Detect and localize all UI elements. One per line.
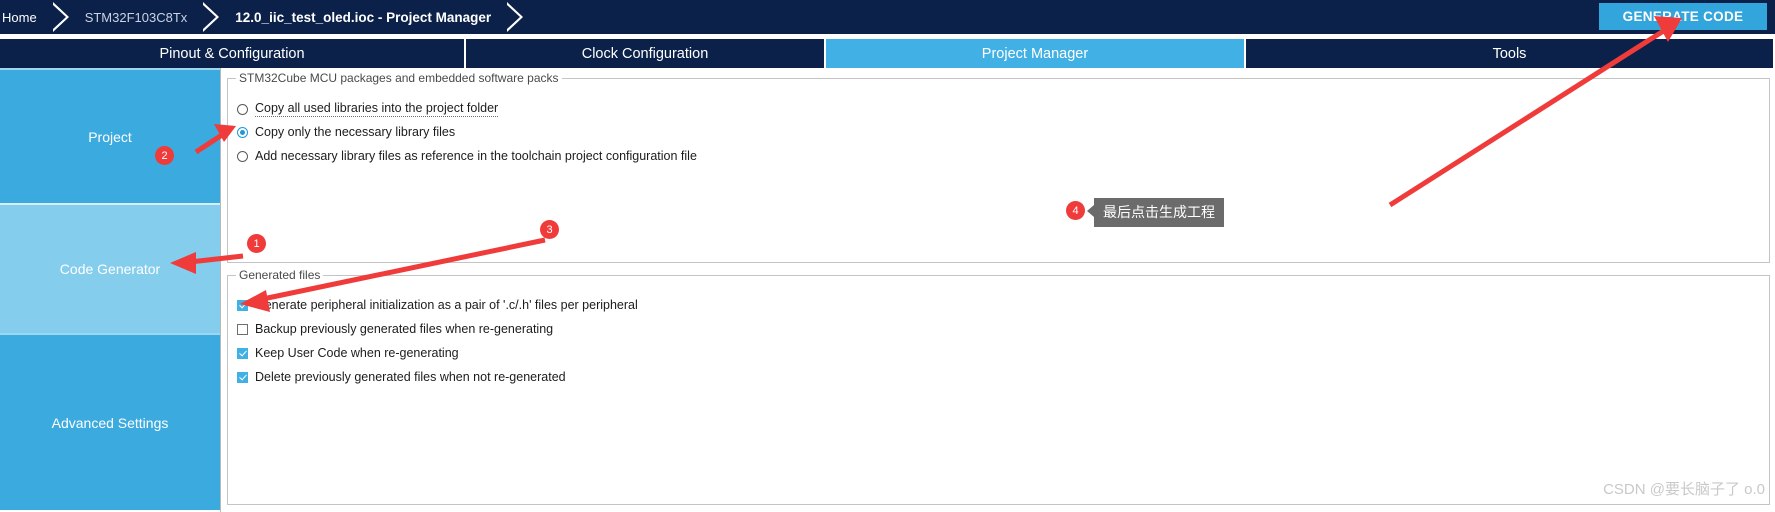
tab-clock-configuration[interactable]: Clock Configuration: [466, 39, 826, 68]
chevron-right-icon: [507, 0, 529, 34]
breadcrumb-label: STM32F103C8Tx: [84, 9, 188, 25]
chevron-right-icon: [52, 0, 75, 34]
checkbox-label: Backup previously generated files when r…: [255, 322, 554, 336]
annotation-tooltip: 最后点击生成工程: [1087, 198, 1224, 227]
checkbox-icon[interactable]: [237, 323, 248, 335]
annotation-badge-2: 2: [155, 146, 174, 165]
tab-pinout-configuration[interactable]: Pinout & Configuration: [0, 39, 466, 68]
checkbox-backup-previously-generated[interactable]: Backup previously generated files when r…: [237, 322, 553, 336]
radio-button-icon[interactable]: [237, 103, 248, 115]
breadcrumb-item-home[interactable]: Home: [0, 0, 53, 34]
packages-group-title: STM32Cube MCU packages and embedded soft…: [236, 71, 562, 85]
breadcrumb-item-mcu[interactable]: STM32F103C8Tx: [75, 0, 204, 34]
watermark-text: CSDN @要长脑子了 o.0: [1603, 481, 1765, 498]
generated-files-group-box: Generated files Generate peripheral init…: [227, 268, 1770, 505]
checkbox-icon[interactable]: [237, 371, 248, 383]
checkbox-delete-previously-generated[interactable]: Delete previously generated files when n…: [237, 370, 566, 384]
checkbox-icon[interactable]: [237, 347, 248, 359]
checkbox-generate-peripheral-init[interactable]: Generate peripheral initialization as a …: [237, 298, 638, 312]
main-tab-strip: Pinout & Configuration Clock Configurati…: [0, 39, 1775, 68]
radio-button-icon[interactable]: [237, 126, 248, 138]
generate-code-button[interactable]: GENERATE CODE: [1599, 3, 1767, 30]
radio-label: Copy only the necessary library files: [255, 125, 456, 139]
checkbox-keep-user-code[interactable]: Keep User Code when re-generating: [237, 346, 459, 360]
annotation-badge-3: 3: [540, 220, 559, 239]
tab-tools[interactable]: Tools: [1246, 39, 1773, 68]
chevron-right-icon: [203, 0, 225, 34]
checkbox-label: Keep User Code when re-generating: [255, 346, 459, 360]
breadcrumb-label: 12.0_iic_test_oled.ioc - Project Manager: [235, 9, 492, 25]
radio-button-icon[interactable]: [237, 150, 248, 162]
breadcrumb-bar: Home STM32F103C8Tx 12.0_iic_test_oled.io…: [0, 0, 1775, 34]
generated-files-group-title: Generated files: [236, 268, 324, 282]
breadcrumb-label: Home: [2, 9, 37, 25]
breadcrumb-item-project[interactable]: 12.0_iic_test_oled.ioc - Project Manager: [225, 0, 507, 34]
sidebar-item-project[interactable]: Project: [0, 68, 220, 203]
tab-project-manager[interactable]: Project Manager: [826, 39, 1246, 68]
radio-label: Add necessary library files as reference…: [255, 149, 697, 163]
content-panel: STM32Cube MCU packages and embedded soft…: [220, 68, 1775, 512]
annotation-badge-1: 1: [247, 234, 266, 253]
sidebar-item-advanced-settings[interactable]: Advanced Settings: [0, 333, 220, 510]
checkbox-label: Delete previously generated files when n…: [255, 370, 566, 384]
sidebar-item-code-generator[interactable]: Code Generator: [0, 203, 220, 333]
sidebar: Project Code Generator Advanced Settings: [0, 68, 220, 512]
annotation-badge-4: 4: [1066, 201, 1085, 220]
radio-copy-necessary-library-files[interactable]: Copy only the necessary library files: [237, 125, 455, 139]
radio-label: Copy all used libraries into the project…: [255, 101, 499, 117]
radio-copy-all-libraries[interactable]: Copy all used libraries into the project…: [237, 101, 499, 117]
checkbox-icon[interactable]: [237, 299, 248, 311]
checkbox-label: Generate peripheral initialization as a …: [255, 298, 638, 312]
packages-group-box: STM32Cube MCU packages and embedded soft…: [227, 71, 1770, 263]
radio-add-library-files-as-reference[interactable]: Add necessary library files as reference…: [237, 149, 697, 163]
